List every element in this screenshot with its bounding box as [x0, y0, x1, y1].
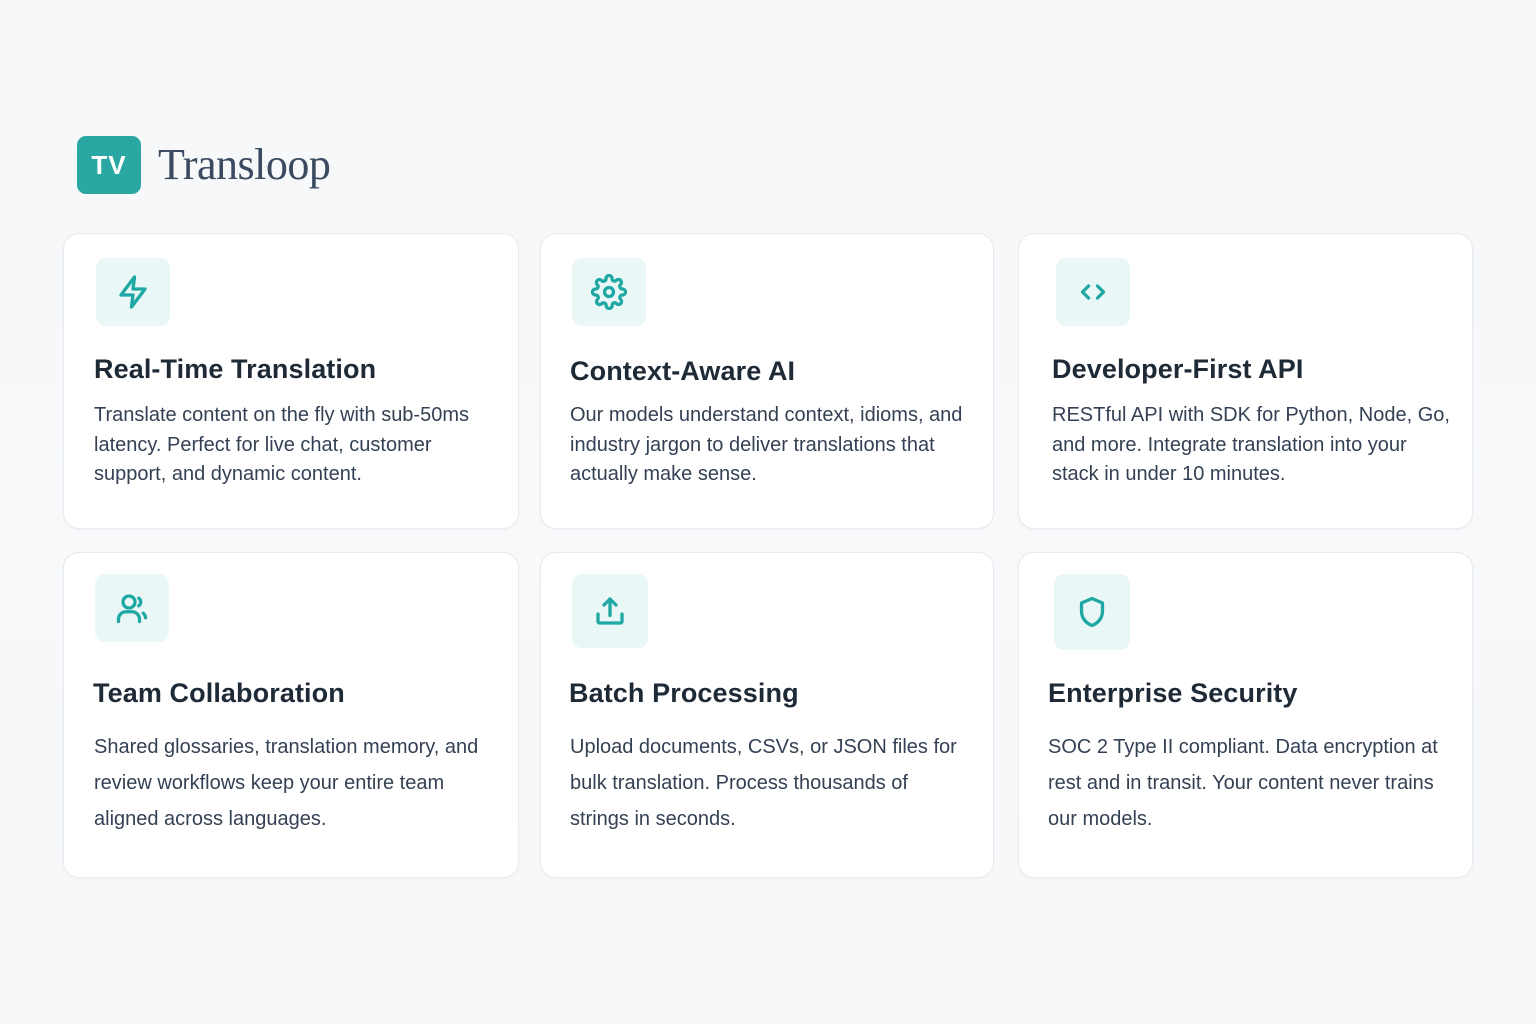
gear-icon — [591, 274, 627, 310]
feature-card-team-collaboration: Team Collaboration Shared glossaries, tr… — [63, 552, 519, 878]
feature-description: Our models understand context, idioms, a… — [570, 404, 963, 485]
logo-mark: TV — [77, 136, 141, 194]
feature-title: Enterprise Security — [1048, 678, 1298, 708]
upload-icon — [596, 597, 624, 625]
feature-card-batch-processing: Batch Processing Upload documents, CSVs,… — [540, 552, 994, 878]
brand-name: Transloop — [158, 140, 331, 189]
feature-title: Team Collaboration — [93, 678, 345, 708]
feature-card-context-aware-ai: Context-Aware AI Our models understand c… — [540, 233, 994, 529]
users-icon — [116, 594, 148, 624]
shield-icon — [1079, 596, 1105, 628]
feature-card-enterprise-security: Enterprise Security SOC 2 Type II compli… — [1018, 552, 1473, 878]
code-icon — [1080, 284, 1106, 300]
feature-description: SOC 2 Type II compliant. Data encryption… — [1048, 736, 1438, 830]
brand-logo[interactable]: TV Transloop — [77, 136, 331, 194]
feature-icon-box — [572, 574, 648, 648]
feature-icon-box — [572, 258, 646, 326]
feature-title: Developer-First API — [1052, 354, 1304, 384]
feature-card-real-time-translation: Real-Time Translation Translate content … — [63, 233, 519, 529]
feature-card-developer-first-api: Developer-First API RESTful API with SDK… — [1018, 233, 1473, 529]
feature-icon-box — [96, 258, 170, 326]
feature-description: Upload documents, CSVs, or JSON files fo… — [570, 736, 957, 830]
lightning-icon — [119, 275, 147, 309]
feature-description: RESTful API with SDK for Python, Node, G… — [1052, 404, 1450, 485]
feature-title: Context-Aware AI — [570, 356, 796, 386]
feature-icon-box — [95, 574, 169, 642]
feature-icon-box — [1054, 574, 1130, 650]
feature-icon-box — [1056, 258, 1130, 326]
feature-description: Shared glossaries, translation memory, a… — [94, 736, 479, 830]
feature-title: Real-Time Translation — [94, 354, 377, 384]
feature-title: Batch Processing — [569, 678, 799, 708]
feature-description: Translate content on the fly with sub-50… — [94, 404, 469, 485]
